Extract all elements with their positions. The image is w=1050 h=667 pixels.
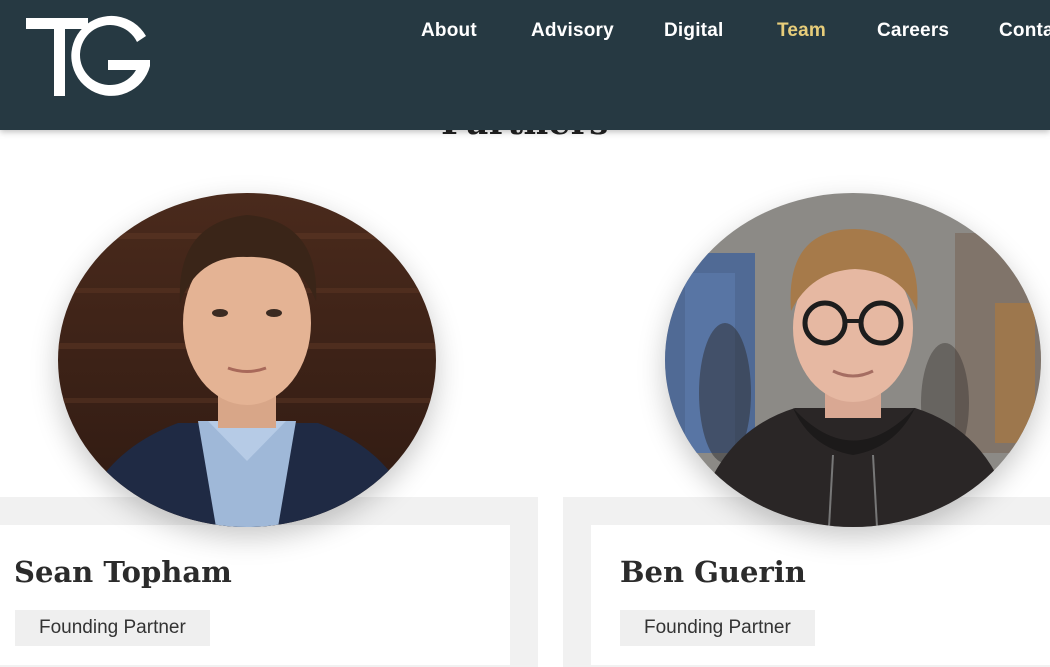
nav-contact[interactable]: Conta [999, 20, 1050, 42]
person-name-ben: Ben Guerin [620, 555, 806, 589]
role-badge-ben: Founding Partner [620, 610, 815, 646]
role-badge-sean: Founding Partner [15, 610, 210, 646]
avatar-sean-topham[interactable] [58, 193, 436, 527]
nav-advisory[interactable]: Advisory [531, 20, 614, 42]
nav-team[interactable]: Team [777, 20, 826, 42]
avatar-ben-guerin[interactable] [665, 193, 1041, 527]
portrait-image [58, 193, 436, 527]
site-header: About Advisory Digital Team Careers Cont… [0, 0, 1050, 130]
main-nav: About Advisory Digital Team Careers Cont… [0, 20, 1050, 50]
portrait-image [665, 193, 1041, 527]
nav-careers[interactable]: Careers [877, 20, 949, 42]
person-name-sean: Sean Topham [14, 555, 232, 589]
nav-about[interactable]: About [421, 20, 477, 42]
nav-digital[interactable]: Digital [664, 20, 723, 42]
